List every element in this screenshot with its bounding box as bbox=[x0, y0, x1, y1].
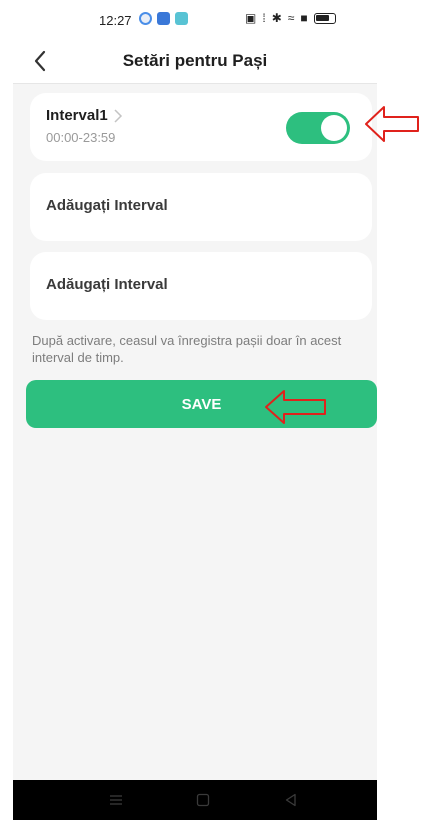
status-app-icons bbox=[139, 12, 188, 25]
nfc-icon: ▣ bbox=[245, 11, 257, 25]
interval-time: 00:00-23:59 bbox=[46, 130, 116, 145]
chevron-right-icon bbox=[114, 109, 123, 123]
home-icon[interactable] bbox=[195, 792, 211, 808]
wifi-icon: ≈ bbox=[287, 11, 295, 25]
add-interval-button[interactable]: Adăugați Interval bbox=[30, 173, 372, 241]
weather-app-icon bbox=[139, 12, 152, 25]
info-note: După activare, ceasul va înregistra pași… bbox=[32, 333, 342, 365]
toggle-knob bbox=[321, 115, 347, 141]
add-interval-button[interactable]: Adăugați Interval bbox=[30, 252, 372, 320]
header-bar: Setări pentru Pași bbox=[13, 38, 377, 84]
status-time: 12:27 bbox=[99, 13, 132, 28]
add-interval-label: Adăugați Interval bbox=[46, 197, 168, 214]
annotation-arrow-icon bbox=[365, 106, 419, 142]
battery-icon bbox=[313, 12, 336, 24]
gallery-app-icon bbox=[175, 12, 188, 25]
navigation-bar bbox=[13, 780, 377, 820]
bluetooth-icon: ✱ bbox=[271, 11, 282, 25]
interval-name: Interval1 bbox=[46, 107, 108, 124]
status-bar: 12:27 ▣ ⁞ ✱ ≈ ■ bbox=[13, 0, 377, 38]
page-title: Setări pentru Pași bbox=[122, 51, 268, 70]
maps-app-icon bbox=[157, 12, 170, 25]
interval-toggle[interactable] bbox=[286, 112, 350, 144]
annotation-arrow-icon bbox=[265, 390, 326, 424]
add-interval-label: Adăugați Interval bbox=[46, 276, 168, 293]
status-system-icons: ▣ ⁞ ✱ ≈ ■ bbox=[245, 11, 336, 25]
vibrate-icon: ⁞ bbox=[262, 11, 266, 25]
back-triangle-icon[interactable] bbox=[283, 792, 299, 808]
menu-icon[interactable] bbox=[108, 792, 124, 808]
interval-card[interactable]: Interval1 00:00-23:59 bbox=[30, 93, 372, 161]
sim-icon: ■ bbox=[300, 11, 308, 25]
